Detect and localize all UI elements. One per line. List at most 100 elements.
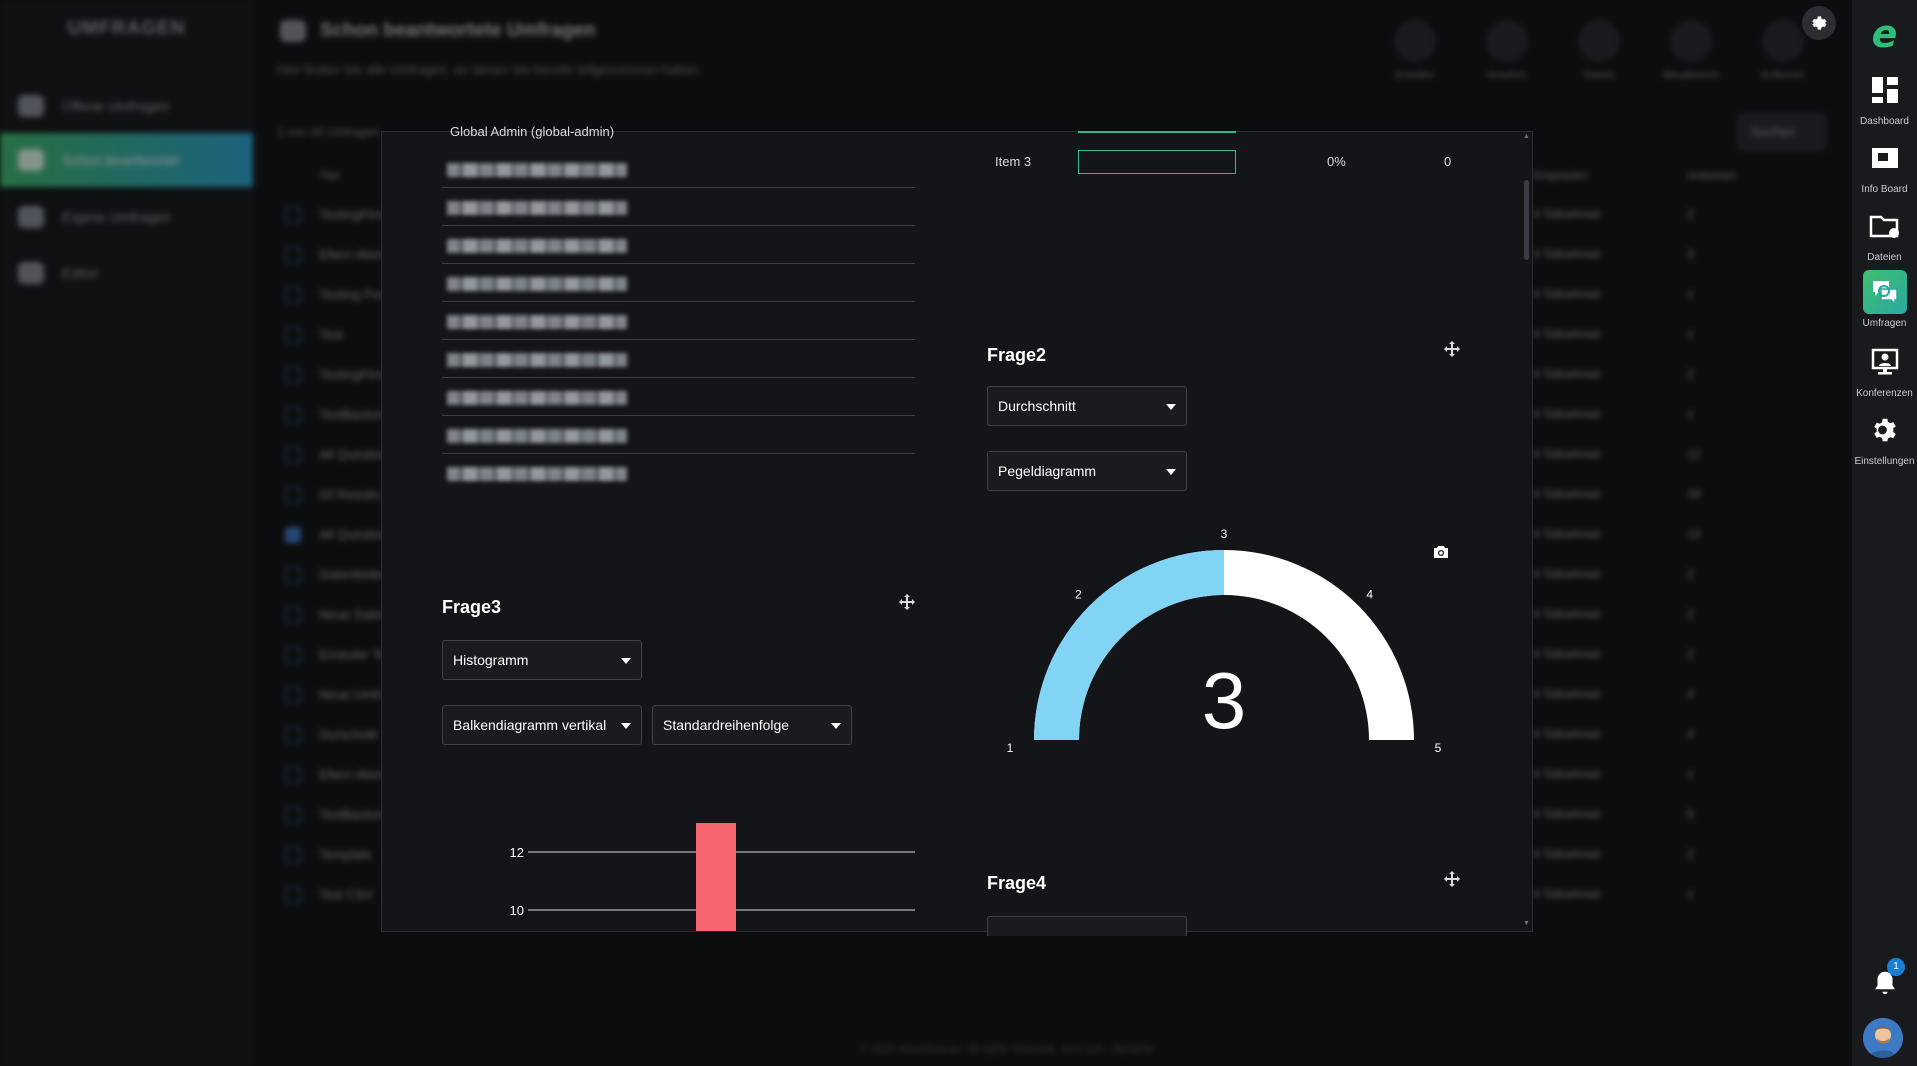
frage3-order-select[interactable]: Standardreihenfolge xyxy=(652,705,852,745)
item3-percent: 0% xyxy=(1327,154,1346,169)
chat-icon xyxy=(18,95,44,117)
rail-item-dashboard[interactable]: Dashboard xyxy=(1852,68,1917,127)
row-answers: 1 xyxy=(1687,767,1694,781)
row-checkbox[interactable] xyxy=(285,287,301,303)
caret-down-icon xyxy=(831,723,841,729)
row-participants: 4 Teilnehmer xyxy=(1533,327,1602,341)
row-checkbox[interactable] xyxy=(285,887,301,903)
rail-label: Konferenzen xyxy=(1856,388,1913,399)
row-participants: 4 Teilnehmer xyxy=(1533,207,1602,221)
row-checkbox[interactable] xyxy=(285,567,301,583)
select-value: Standardreihenfolge xyxy=(663,717,790,733)
footer: © 2023 eduvidual.eu. All rights reserved… xyxy=(860,1043,1154,1055)
frage3-chart-select[interactable]: Balkendiagramm vertikal xyxy=(442,705,642,745)
user-list-item: Global Admin (global-admin) xyxy=(450,124,615,139)
row-checkbox[interactable] xyxy=(285,327,301,343)
row-title: 03 Results xyxy=(319,487,381,502)
item-bar-edge xyxy=(1078,131,1236,133)
row-checkbox[interactable] xyxy=(285,247,301,263)
nav-label: Eigene Umfragen xyxy=(62,209,171,225)
nav-item-answered[interactable]: Schon beantwortet xyxy=(0,133,253,187)
histogram-bar xyxy=(696,823,736,931)
row-checkbox[interactable] xyxy=(285,487,301,503)
select-value: Durchschnitt xyxy=(998,398,1076,414)
gauge-tick-label: 3 xyxy=(1221,527,1228,541)
scroll-up-arrow[interactable]: ▲ xyxy=(1523,133,1530,140)
y-tick-label: 10 xyxy=(510,903,524,918)
column-header-answers[interactable]: Antworten xyxy=(1687,170,1737,182)
row-answers: 13 xyxy=(1687,527,1701,541)
frage2-chart-select[interactable]: Pegeldiagramm xyxy=(987,451,1187,491)
row-answers: 2 xyxy=(1687,207,1694,221)
frage2-metric-select[interactable]: Durchschnitt xyxy=(987,386,1187,426)
move-icon[interactable] xyxy=(1444,341,1460,357)
caret-down-icon xyxy=(1166,404,1176,410)
row-checkbox[interactable] xyxy=(285,767,301,783)
row-answers: 1 xyxy=(1687,287,1694,301)
rail-item-info-board[interactable]: Info Board xyxy=(1852,136,1917,195)
redacted-name xyxy=(447,315,627,329)
row-checkbox[interactable] xyxy=(285,807,301,823)
row-checkbox[interactable] xyxy=(285,687,301,703)
redacted-name xyxy=(447,391,627,405)
chat-icon xyxy=(18,206,44,228)
nav-item-open-surveys[interactable]: Offene Umfragen xyxy=(0,79,253,133)
modal-scrollbar[interactable] xyxy=(1524,180,1529,260)
user-list-row xyxy=(442,264,915,302)
row-answers: 4 xyxy=(1687,727,1694,741)
toolbar-label: Erstellen xyxy=(1395,70,1435,81)
rail-item-files[interactable]: Dateien xyxy=(1852,204,1917,263)
nav-item-own-surveys[interactable]: Eigene Umfragen xyxy=(0,190,253,244)
search-button[interactable]: Suchen xyxy=(1737,113,1827,151)
row-title: TestingFirst xyxy=(319,207,386,222)
frage4-title: Frage4 xyxy=(987,873,1047,893)
scroll-down-arrow[interactable]: ▼ xyxy=(1523,920,1530,927)
rail-item-settings[interactable]: Einstellungen xyxy=(1852,408,1917,467)
move-icon[interactable] xyxy=(1444,871,1460,887)
row-checkbox[interactable] xyxy=(285,727,301,743)
user-avatar[interactable] xyxy=(1863,1018,1903,1058)
toolbar-label: Aktualisieren xyxy=(1662,70,1720,81)
row-checkbox[interactable] xyxy=(285,407,301,423)
row-answers: 12 xyxy=(1687,447,1701,461)
toolbar-view-button[interactable]: Ansehen xyxy=(1472,20,1542,81)
user-list-row xyxy=(442,416,915,454)
column-header-participants[interactable]: Eingeladen xyxy=(1533,170,1588,182)
user-list-row xyxy=(442,302,915,340)
y-tick-label: 12 xyxy=(510,845,524,860)
rail-label: Dashboard xyxy=(1860,116,1909,127)
row-checkbox[interactable] xyxy=(285,367,301,383)
eduvidual-logo[interactable]: e xyxy=(1852,12,1917,56)
row-checkbox[interactable] xyxy=(285,207,301,223)
user-list-row xyxy=(442,150,915,188)
toolbar-refresh-button[interactable]: Aktualisieren xyxy=(1656,20,1726,81)
column-header-title[interactable]: Titel xyxy=(319,170,339,182)
rail-label: Einstellungen xyxy=(1854,456,1915,467)
rail-item-surveys[interactable]: Umfragen xyxy=(1852,270,1917,329)
row-title: Test CSV xyxy=(319,887,374,902)
frage4-select[interactable] xyxy=(987,916,1187,936)
nav-item-editor[interactable]: Editor xyxy=(0,246,253,300)
row-checkbox[interactable] xyxy=(285,527,301,543)
gauge-tick-label: 5 xyxy=(1435,741,1442,755)
row-checkbox[interactable] xyxy=(285,607,301,623)
info-board-icon xyxy=(1871,148,1898,168)
row-participants: 4 Teilnehmer xyxy=(1533,367,1602,381)
row-checkbox[interactable] xyxy=(285,447,301,463)
toolbar-start-button[interactable]: Starten xyxy=(1564,20,1634,81)
notification-badge: 1 xyxy=(1887,958,1905,976)
item3-progress-bar xyxy=(1078,150,1236,174)
file-icon xyxy=(1486,20,1528,62)
row-checkbox[interactable] xyxy=(285,647,301,663)
play-icon xyxy=(1578,20,1620,62)
move-icon[interactable] xyxy=(899,594,915,610)
toolbar-label: Ansehen xyxy=(1487,70,1527,81)
settings-gear-button[interactable] xyxy=(1802,6,1836,40)
rail-item-conferences[interactable]: Konferenzen xyxy=(1852,340,1917,399)
row-participants: 4 Teilnehmer xyxy=(1533,607,1602,621)
survey-icon xyxy=(1872,281,1898,306)
row-participants: 4 Teilnehmer xyxy=(1533,567,1602,581)
frage3-type-select[interactable]: Histogramm xyxy=(442,640,642,680)
row-checkbox[interactable] xyxy=(285,847,301,863)
toolbar-create-button[interactable]: Erstellen xyxy=(1380,20,1450,81)
